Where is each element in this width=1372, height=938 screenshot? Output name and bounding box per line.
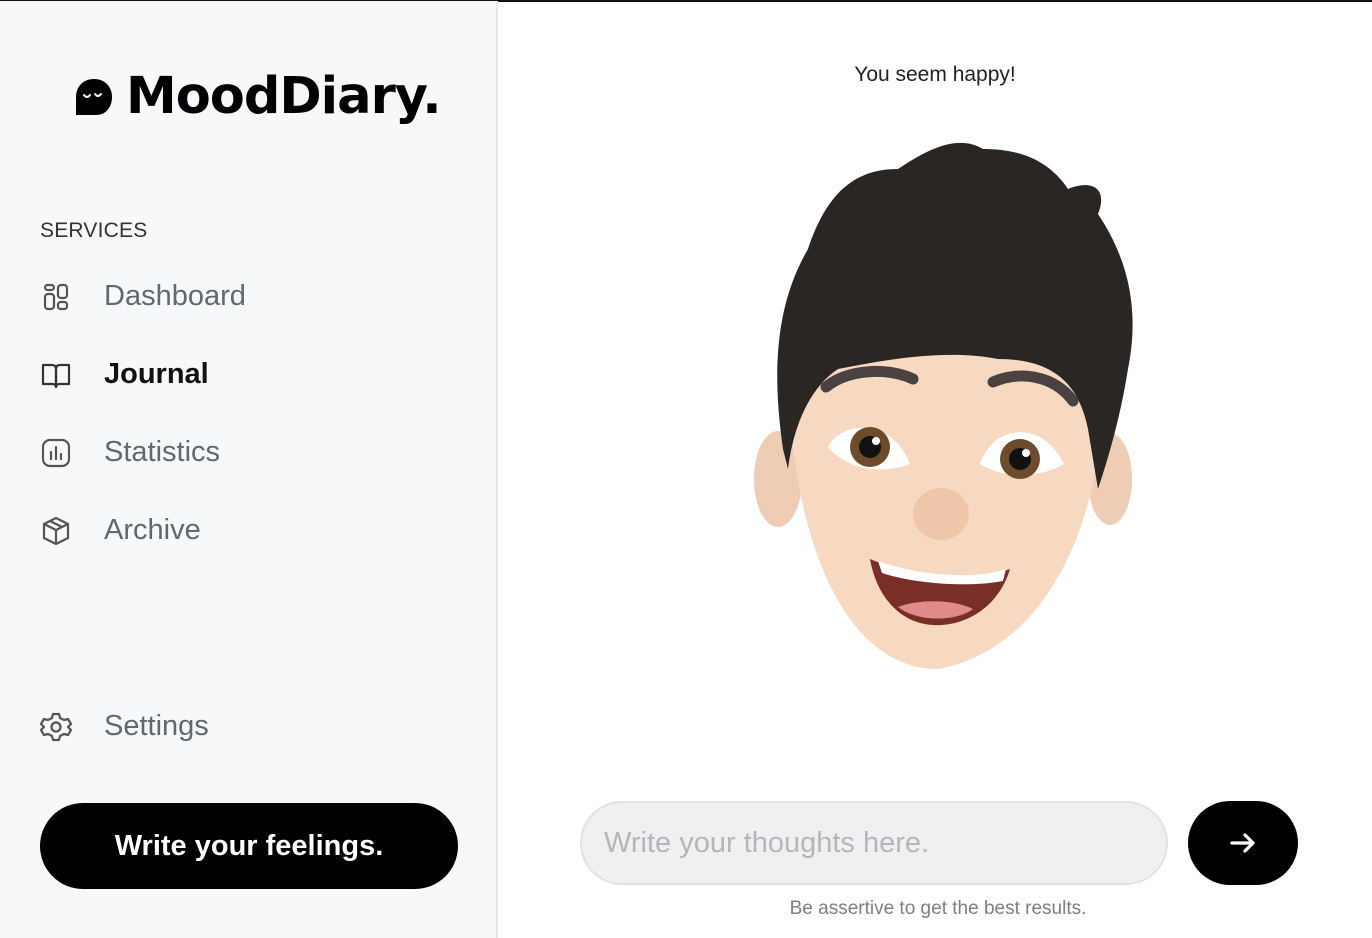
book-icon	[41, 363, 71, 388]
brand-logo[interactable]: MoodDiary.	[74, 67, 442, 126]
sidebar: MoodDiary. SERVICES Dashboard Journal St…	[0, 1, 498, 938]
thoughts-input-wrapper	[580, 801, 1168, 885]
main-content: You seem happy! Be ass	[498, 1, 1372, 938]
box-icon	[42, 516, 70, 545]
sidebar-item-label: Dashboard	[104, 280, 246, 312]
arrow-right-icon	[1230, 833, 1255, 853]
send-button[interactable]	[1188, 801, 1298, 885]
mood-status-text: You seem happy!	[854, 63, 1016, 86]
gear-icon	[40, 712, 72, 741]
services-section-label: SERVICES	[40, 219, 148, 242]
write-feelings-button[interactable]: Write your feelings.	[40, 803, 458, 889]
thoughts-input[interactable]	[582, 803, 1166, 883]
ghost-icon	[76, 78, 112, 115]
dashboard-icon	[43, 283, 69, 310]
sidebar-item-dashboard[interactable]: Dashboard	[40, 280, 246, 313]
sidebar-item-label: Journal	[104, 358, 209, 390]
chart-icon	[41, 438, 71, 467]
sidebar-item-label: Archive	[104, 514, 201, 546]
sidebar-item-statistics[interactable]: Statistics	[40, 436, 220, 469]
happy-memoji-avatar	[754, 142, 1133, 669]
sidebar-item-label: Statistics	[104, 436, 221, 468]
sidebar-item-journal[interactable]: Journal	[40, 358, 209, 391]
sidebar-item-settings[interactable]: Settings	[40, 710, 209, 743]
sidebar-item-archive[interactable]: Archive	[40, 514, 201, 547]
input-hint-text: Be assertive to get the best results.	[789, 898, 1087, 919]
brand-name: MoodDiary.	[126, 67, 442, 126]
sidebar-item-label: Settings	[104, 710, 209, 742]
